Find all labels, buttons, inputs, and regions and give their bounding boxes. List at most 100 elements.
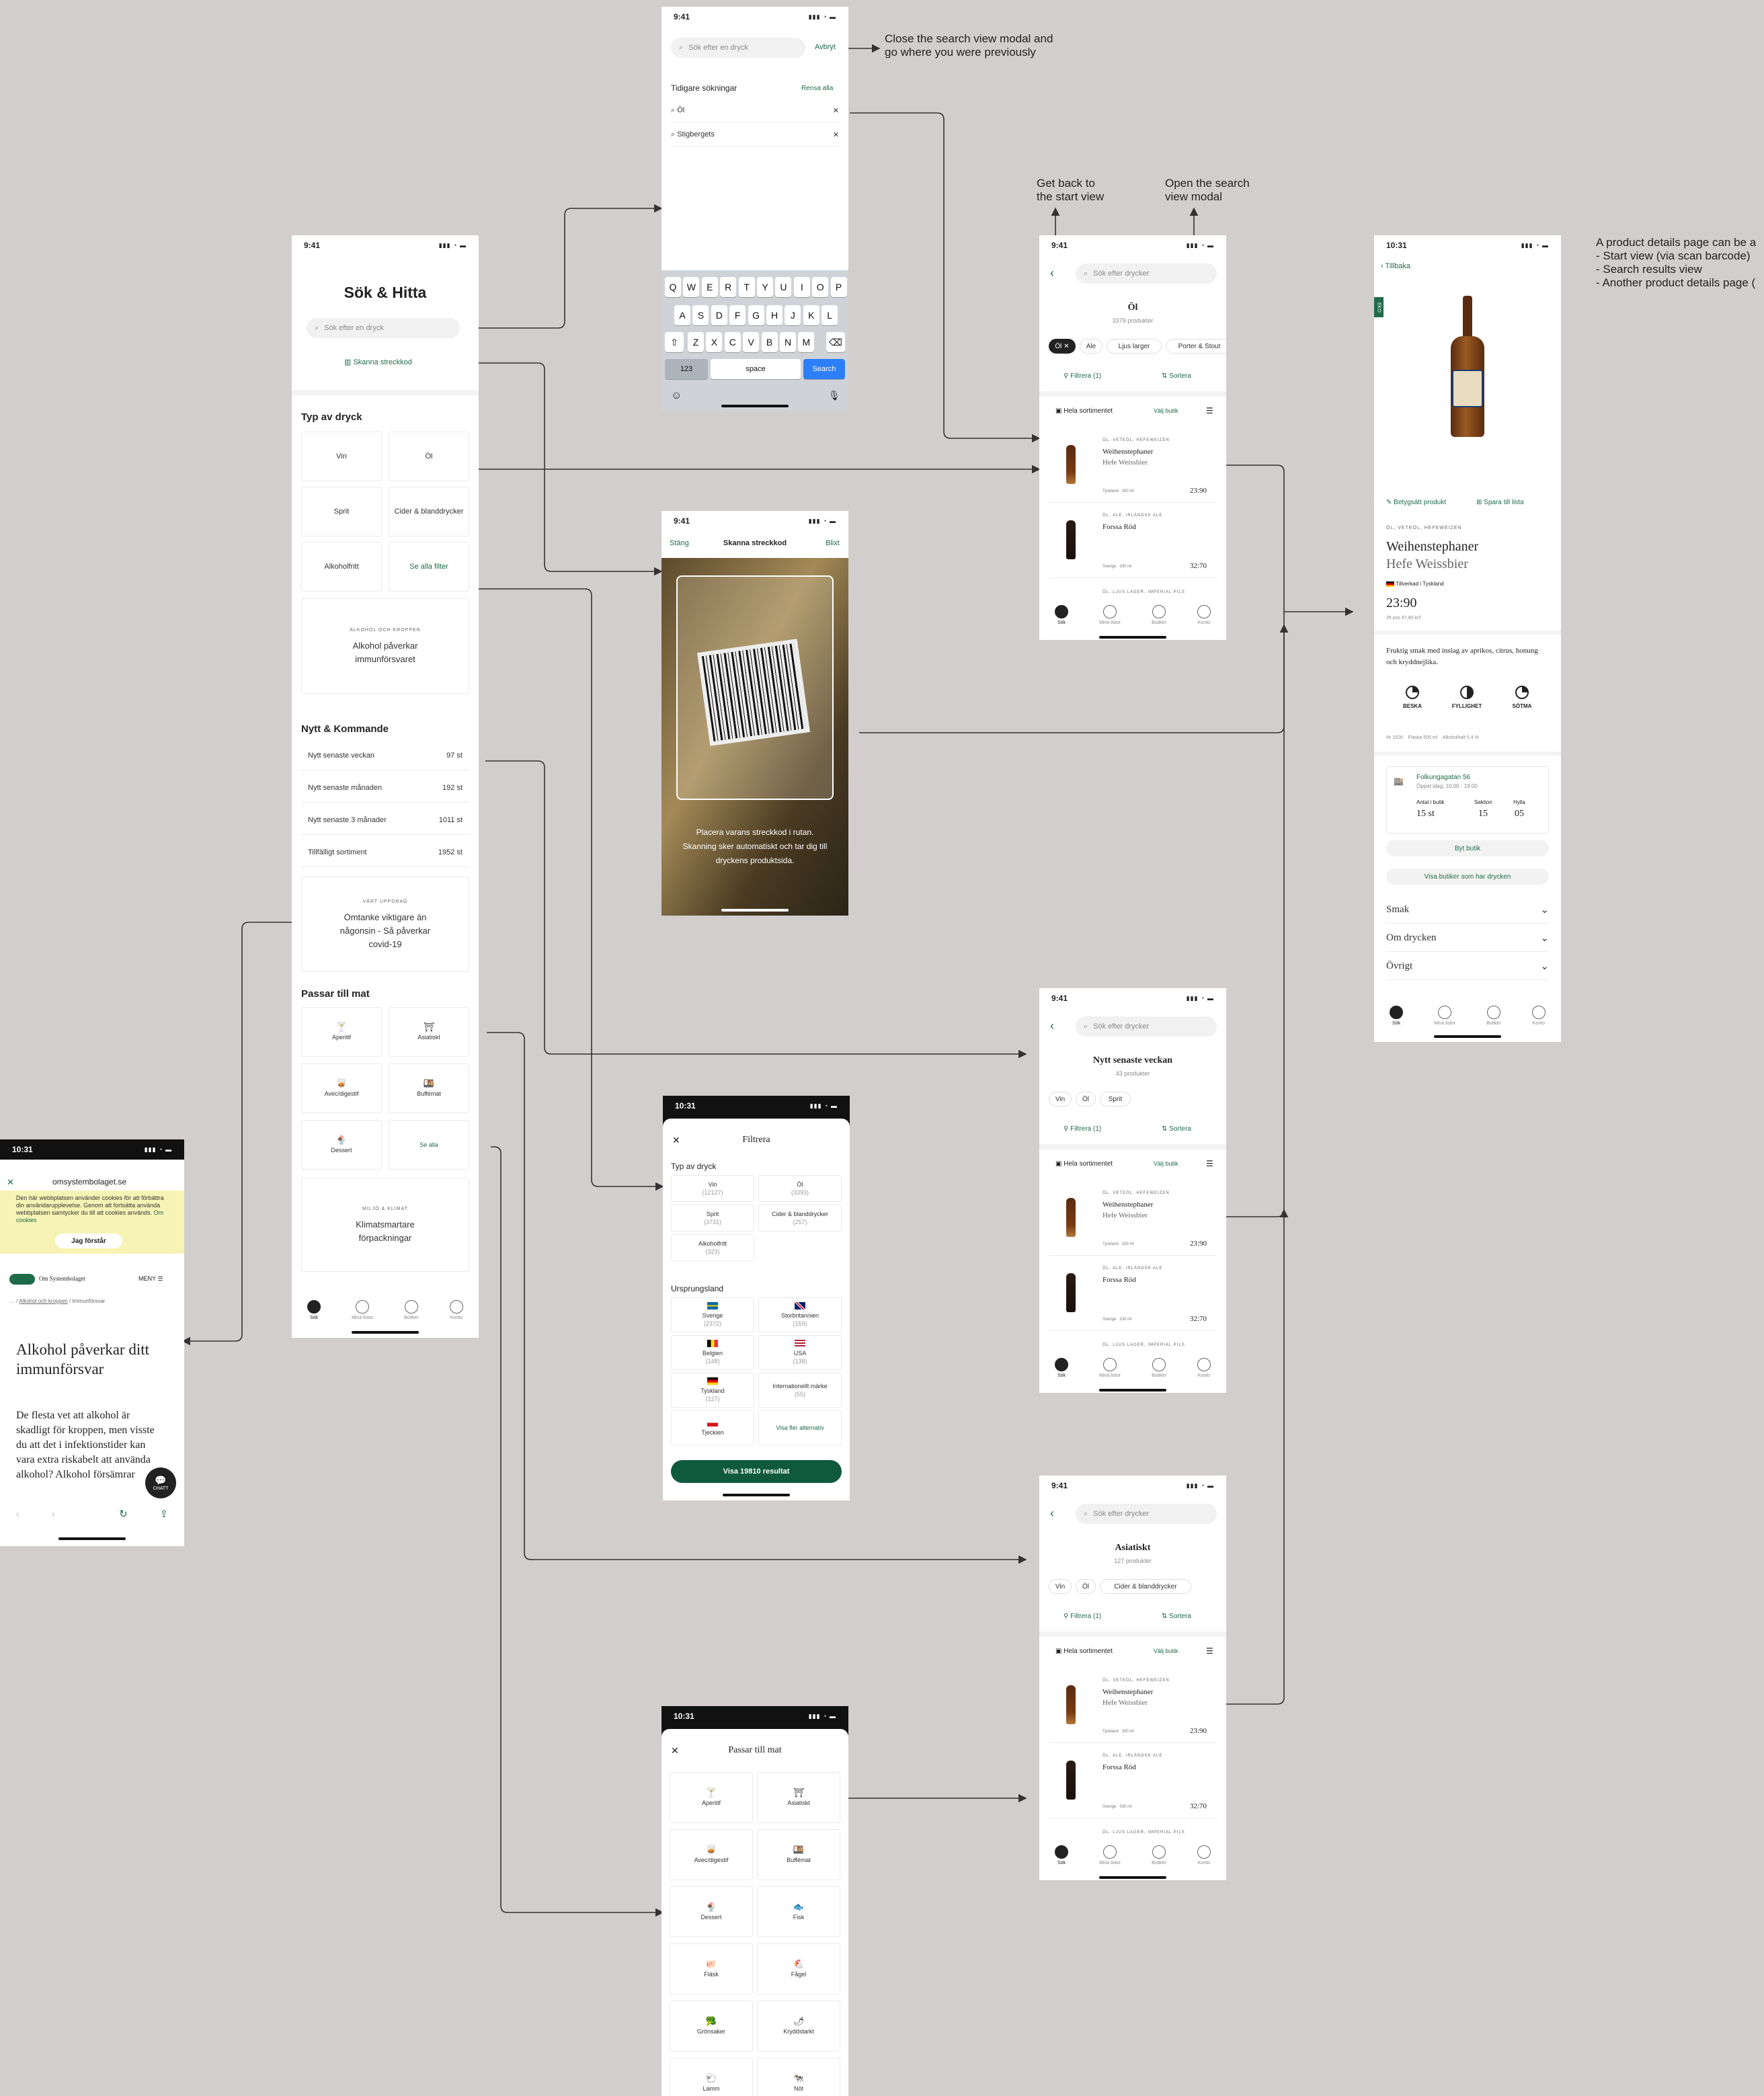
key[interactable]: K (803, 305, 819, 325)
filter-origin-3[interactable]: USA (138) (758, 1335, 842, 1370)
key[interactable]: L (821, 305, 838, 325)
key-123[interactable]: 123 (665, 359, 708, 379)
key[interactable]: W (683, 277, 700, 297)
key[interactable]: V (743, 332, 760, 352)
filter-origin-2[interactable]: Belgien (148) (671, 1335, 754, 1370)
type-cider[interactable]: Cider & blanddrycker (389, 487, 469, 536)
key-shift[interactable]: ⇧ (665, 332, 684, 352)
sort-button[interactable]: ⇅ Sortera (1162, 372, 1191, 380)
key[interactable]: B (761, 332, 778, 352)
filter-chip[interactable]: Öl (1076, 1579, 1096, 1594)
promo-immune[interactable]: ALKOHOL OCH KROPPEN Alkohol påverkar imm… (301, 598, 469, 694)
tab-account[interactable]: Konto (1197, 1358, 1211, 1378)
tab-lists[interactable]: Mina listor (1434, 1006, 1455, 1026)
show-results-button[interactable]: Visa 19810 resultat (671, 1460, 842, 1483)
key[interactable]: Q (665, 277, 681, 297)
save-to-list-button[interactable]: ⊞ Spara till lista (1476, 499, 1524, 506)
recent-item[interactable]: ⌕ Öl ✕ (671, 99, 839, 122)
reload-icon[interactable]: ↻ (119, 1508, 128, 1520)
select-store-link[interactable]: Välj butik (1154, 407, 1178, 414)
filter-origin-7[interactable]: Visa fler alternativ (758, 1410, 842, 1445)
close-icon[interactable]: ✕ (833, 130, 839, 139)
select-store-link[interactable]: Välj butik (1154, 1160, 1178, 1167)
new-row[interactable]: Nytt senaste veckan 97 st (301, 741, 469, 770)
search-input[interactable]: ⌕ Sök efter drycker (1076, 1504, 1217, 1524)
emoji-icon[interactable]: ☺ (671, 390, 682, 402)
key[interactable]: J (785, 305, 801, 325)
filter-chip[interactable]: Cider & blanddrycker (1100, 1579, 1191, 1594)
tab-stores[interactable]: Butiker (1152, 1845, 1166, 1865)
filter-type-sprit[interactable]: Sprit (3731) (671, 1205, 754, 1232)
tab-account[interactable]: Konto (1197, 605, 1211, 625)
food-item-10[interactable]: 🐑 Lamm (670, 2058, 753, 2096)
type-alkoholfritt[interactable]: Alkoholfritt (301, 542, 382, 592)
filter-origin-5[interactable]: Internationellt märke (55) (758, 1373, 842, 1408)
tab-search[interactable]: Sök (1055, 1845, 1069, 1865)
change-store-button[interactable]: Byt butik (1386, 840, 1549, 856)
tab-stores[interactable]: Butiker (404, 1300, 419, 1320)
key[interactable]: D (711, 305, 727, 325)
food-avec[interactable]: 🥃 Avec/digestif (301, 1063, 382, 1113)
store-name[interactable]: Folkungagatan 56 (1416, 774, 1470, 781)
accept-cookies-button[interactable]: Jag förstår (55, 1234, 122, 1248)
show-stores-button[interactable]: Visa butiker som har drycken (1386, 869, 1549, 885)
tab-lists[interactable]: Mina listor (352, 1300, 373, 1320)
tab-account[interactable]: Konto (449, 1300, 463, 1320)
filter-origin-1[interactable]: Storbritannien (159) (758, 1297, 842, 1332)
recent-item[interactable]: ⌕ Stigbergets ✕ (671, 124, 839, 147)
food-asian[interactable]: ⛩ Asiatiskt (389, 1007, 469, 1057)
product-card[interactable]: ÖL, ALE, IRLÄNDSK ALE Forssa Röd Sverige 3… (1049, 1260, 1217, 1331)
chat-button[interactable]: 💬 CHATT (145, 1467, 176, 1498)
food-item-2[interactable]: 🥃 Avec/digestif (670, 1829, 753, 1880)
filter-chip[interactable]: Ljus larger (1107, 339, 1162, 354)
tab-stores[interactable]: Butiker (1152, 605, 1166, 625)
food-item-8[interactable]: 🥦 Grönsaker (670, 2001, 753, 2052)
select-store-link[interactable]: Välj butik (1154, 1648, 1178, 1654)
list-view-icon[interactable]: ☰ (1206, 1159, 1213, 1168)
new-row[interactable]: Nytt senaste månaden 192 st (301, 773, 469, 803)
promo-climate[interactable]: MILJÖ & KLIMAT Klimatsmartare förpacknin… (301, 1178, 469, 1272)
key[interactable]: R (720, 277, 737, 297)
filter-chip[interactable]: Porter & Stout (1166, 339, 1226, 354)
search-input[interactable]: ⌕ Sök efter en dryck (307, 318, 460, 338)
key-space[interactable]: space (711, 359, 801, 379)
share-icon[interactable]: ⇪ (160, 1508, 169, 1520)
filter-button[interactable]: ⚲ Filtrera (1) (1064, 372, 1101, 380)
close-icon[interactable]: ✕ (7, 1177, 14, 1188)
key[interactable]: F (729, 305, 746, 325)
food-item-9[interactable]: 🌶 Kryddstarkt (757, 2001, 840, 2052)
filter-button[interactable]: ⚲ Filtrera (1) (1064, 1613, 1101, 1620)
key[interactable]: H (766, 305, 783, 325)
food-item-6[interactable]: 🐖 Fläsk (670, 1943, 753, 1994)
filter-origin-0[interactable]: Sverige (2372) (671, 1297, 754, 1332)
food-item-3[interactable]: 🍱 Buffémat (757, 1829, 840, 1880)
tab-account[interactable]: Konto (1197, 1845, 1211, 1865)
new-row[interactable]: Nytt senaste 3 månader 1011 st (301, 805, 469, 835)
list-view-icon[interactable]: ☰ (1206, 406, 1213, 415)
key[interactable]: M (798, 332, 815, 352)
filter-chip[interactable]: Vin (1049, 1092, 1072, 1106)
tab-stores[interactable]: Butiker (1152, 1358, 1166, 1378)
key[interactable]: C (724, 332, 741, 352)
scan-barcode-button[interactable]: ▥ Skanna streckkod (344, 358, 412, 366)
list-view-icon[interactable]: ☰ (1206, 1646, 1213, 1656)
product-card[interactable]: ÖL, ALE, IRLÄNDSK ALE Forssa Röd Sverige 3… (1049, 507, 1217, 578)
url-bar[interactable]: omsystembolaget.se (52, 1177, 126, 1186)
key[interactable]: S (692, 305, 709, 325)
tab-search[interactable]: Sök (1390, 1006, 1404, 1026)
back-icon[interactable]: ‹ (1050, 1506, 1054, 1521)
search-input[interactable]: ⌕ Sök efter drycker (1076, 264, 1217, 284)
filter-type-ol[interactable]: Öl (3393) (758, 1175, 842, 1202)
food-item-11[interactable]: 🐄 Nöt (757, 2058, 840, 2096)
forward-icon[interactable]: › (52, 1508, 55, 1520)
tab-lists[interactable]: Mina listor (1099, 1845, 1121, 1865)
product-card[interactable]: ÖL, VETEÖL, HEFEWEIZEN Weihenstephaner Hef… (1049, 1672, 1217, 1743)
accordion-taste[interactable]: Smak ⌄ (1386, 897, 1549, 924)
back-button[interactable]: ‹ Tillbaka (1381, 262, 1410, 270)
tab-stores[interactable]: Butiker (1486, 1006, 1501, 1026)
product-card[interactable]: ÖL, VETEÖL, HEFEWEIZEN Weihenstephaner Hef… (1049, 1184, 1217, 1256)
tab-search[interactable]: Sök (307, 1300, 321, 1320)
back-icon[interactable]: ‹ (1050, 266, 1054, 280)
food-item-1[interactable]: ⛩ Asiatiskt (757, 1772, 840, 1823)
see-all-filters[interactable]: Se alla filter (389, 542, 469, 592)
